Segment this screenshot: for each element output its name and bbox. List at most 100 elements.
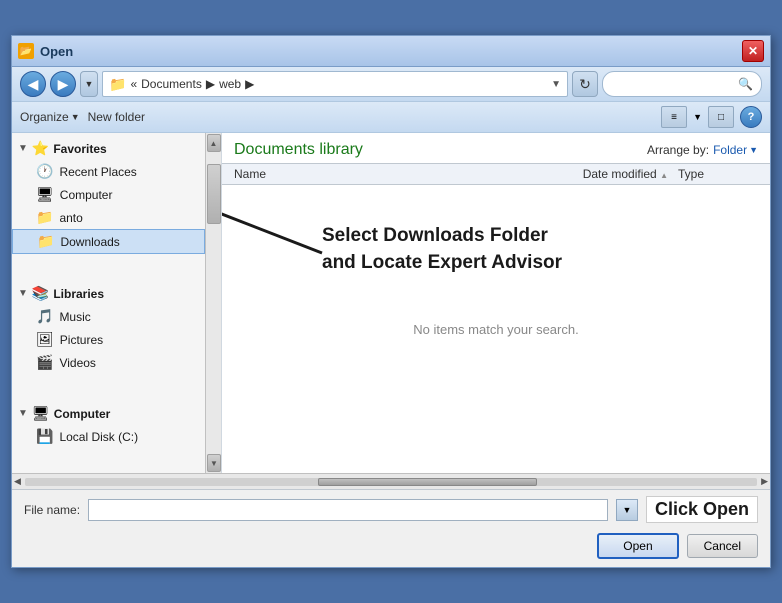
computer-icon: 🖥 <box>36 186 54 203</box>
window-icon: 📂 <box>18 43 34 59</box>
forward-button[interactable]: ▶ <box>50 71 76 97</box>
window-button[interactable]: □ <box>708 106 734 128</box>
cancel-button[interactable]: Cancel <box>687 534 758 558</box>
comp-label: Computer <box>54 407 111 421</box>
view-button[interactable]: ≡ <box>661 106 687 128</box>
main-area: ▼ ⭐ Favorites 🕐 Recent Places 🖥 Computer… <box>12 133 770 473</box>
path-bar[interactable]: 📁 « Documents ▶ web ▶ ▼ <box>102 71 568 97</box>
col-name[interactable]: Name <box>234 167 518 181</box>
file-name-label: File name: <box>24 503 80 517</box>
sidebar-item-music[interactable]: 🎵 Music <box>12 305 205 328</box>
libraries-section: ▼ 📚 Libraries 🎵 Music 🖼 Pictures 🎬 <box>12 278 205 378</box>
videos-label: Videos <box>59 356 95 370</box>
path-dropdown-arrow[interactable]: ▼ <box>551 79 561 90</box>
favorites-arrow: ▼ <box>18 143 28 154</box>
hscroll-right-arrow[interactable]: ▶ <box>761 476 768 487</box>
sidebar-item-computer[interactable]: 🖥 Computer <box>12 183 205 206</box>
hscroll-left-arrow[interactable]: ◀ <box>14 476 21 487</box>
computer-group[interactable]: ▼ 🖥 Computer <box>12 402 205 425</box>
title-bar: 📂 Open ✕ <box>12 36 770 67</box>
view-icon: ≡ <box>671 112 677 123</box>
sidebar-scrollbar[interactable]: ▲ ▼ <box>205 133 221 473</box>
anto-icon: 📁 <box>36 209 53 226</box>
title-bar-left: 📂 Open <box>18 43 73 59</box>
file-name-dropdown[interactable]: ▼ <box>616 499 638 521</box>
open-dialog: 📂 Open ✕ ◀ ▶ ▼ 📁 « Documents ▶ web ▶ ▼ ↻… <box>11 35 771 568</box>
sidebar-item-pictures[interactable]: 🖼 Pictures <box>12 328 205 351</box>
favorites-label: Favorites <box>53 142 106 156</box>
downloads-label: Downloads <box>60 235 119 249</box>
path-part-web: web <box>219 77 241 91</box>
file-name-input[interactable] <box>88 499 608 521</box>
view-arrow[interactable]: ▼ <box>693 112 702 122</box>
content-body: No items match your search. <box>222 185 770 473</box>
col-type[interactable]: Type <box>678 167 758 181</box>
libraries-icon: 📚 <box>32 285 49 302</box>
recent-places-icon: 🕐 <box>36 163 53 180</box>
column-headers: Name Date modified ▲ Type <box>222 163 770 185</box>
content-title: Documents library <box>234 141 363 159</box>
scroll-up-arrow[interactable]: ▲ <box>207 134 221 152</box>
libraries-group[interactable]: ▼ 📚 Libraries <box>12 282 205 305</box>
organize-arrow: ▼ <box>71 112 80 122</box>
organize-label: Organize <box>20 110 69 124</box>
arrange-arrow: ▼ <box>749 145 758 155</box>
window-title: Open <box>40 44 73 59</box>
libraries-label: Libraries <box>53 287 104 301</box>
path-part-documents: Documents <box>141 77 202 91</box>
empty-message: No items match your search. <box>413 322 578 337</box>
content-area: Documents library Arrange by: Folder ▼ N… <box>222 133 770 473</box>
organize-button[interactable]: Organize ▼ <box>20 110 80 124</box>
recent-places-label: Recent Places <box>59 165 136 179</box>
music-icon: 🎵 <box>36 308 53 325</box>
sort-arrow: ▲ <box>660 171 668 180</box>
sidebar-item-recent-places[interactable]: 🕐 Recent Places <box>12 160 205 183</box>
button-row: Open Cancel <box>12 529 770 567</box>
toolbar2-right: ≡ ▼ □ ? <box>661 106 762 128</box>
sidebar-item-videos[interactable]: 🎬 Videos <box>12 351 205 374</box>
content-header: Documents library Arrange by: Folder ▼ <box>222 133 770 163</box>
close-button[interactable]: ✕ <box>742 40 764 62</box>
horizontal-scrollbar[interactable]: ◀ ▶ <box>12 473 770 489</box>
local-disk-label: Local Disk (C:) <box>59 430 138 444</box>
search-icon: 🔍 <box>738 77 753 91</box>
sidebar-item-downloads[interactable]: 📁 Downloads <box>12 229 205 254</box>
forward-icon: ▶ <box>58 76 69 93</box>
anto-label: anto <box>59 211 82 225</box>
help-button[interactable]: ? <box>740 106 762 128</box>
favorites-group[interactable]: ▼ ⭐ Favorites <box>12 137 205 160</box>
scroll-down-arrow[interactable]: ▼ <box>207 454 221 472</box>
back-icon: ◀ <box>28 76 39 93</box>
path-arrow2: ▶ <box>245 77 254 91</box>
arrange-label: Arrange by: <box>647 143 709 157</box>
libraries-arrow: ▼ <box>18 288 28 299</box>
sidebar-spacer2 <box>12 378 205 398</box>
sidebar-item-local-disk[interactable]: 💾 Local Disk (C:) <box>12 425 205 448</box>
search-bar[interactable]: 🔍 <box>602 71 762 97</box>
music-label: Music <box>59 310 90 324</box>
hscroll-thumb[interactable] <box>318 478 538 486</box>
path-arrow: ▶ <box>206 77 215 91</box>
computer-arrow: ▼ <box>18 408 28 419</box>
arrange-value: Folder <box>713 143 747 157</box>
window-icon: □ <box>718 112 724 123</box>
computer-label: Computer <box>60 188 113 202</box>
open-button[interactable]: Open <box>597 533 678 559</box>
path-folder-icon: 📁 <box>109 76 126 93</box>
favorites-section: ▼ ⭐ Favorites 🕐 Recent Places 🖥 Computer… <box>12 133 205 258</box>
arrange-dropdown[interactable]: Folder ▼ <box>713 143 758 157</box>
downloads-icon: 📁 <box>37 233 54 250</box>
pictures-icon: 🖼 <box>36 331 54 348</box>
back-button[interactable]: ◀ <box>20 71 46 97</box>
bottom-bar: File name: ▼ Click Open <box>12 489 770 529</box>
hscroll-track[interactable] <box>25 478 757 486</box>
refresh-button[interactable]: ↻ <box>572 71 598 97</box>
comp-icon: 🖥 <box>32 405 50 422</box>
new-folder-button[interactable]: New folder <box>88 110 145 124</box>
date-modified-label[interactable]: Date modified <box>583 167 657 181</box>
sidebar-item-anto[interactable]: 📁 anto <box>12 206 205 229</box>
dropdown-button[interactable]: ▼ <box>80 71 98 97</box>
path-prefix: « <box>130 77 137 91</box>
favorites-icon: ⭐ <box>32 140 49 157</box>
scroll-thumb[interactable] <box>207 164 221 224</box>
